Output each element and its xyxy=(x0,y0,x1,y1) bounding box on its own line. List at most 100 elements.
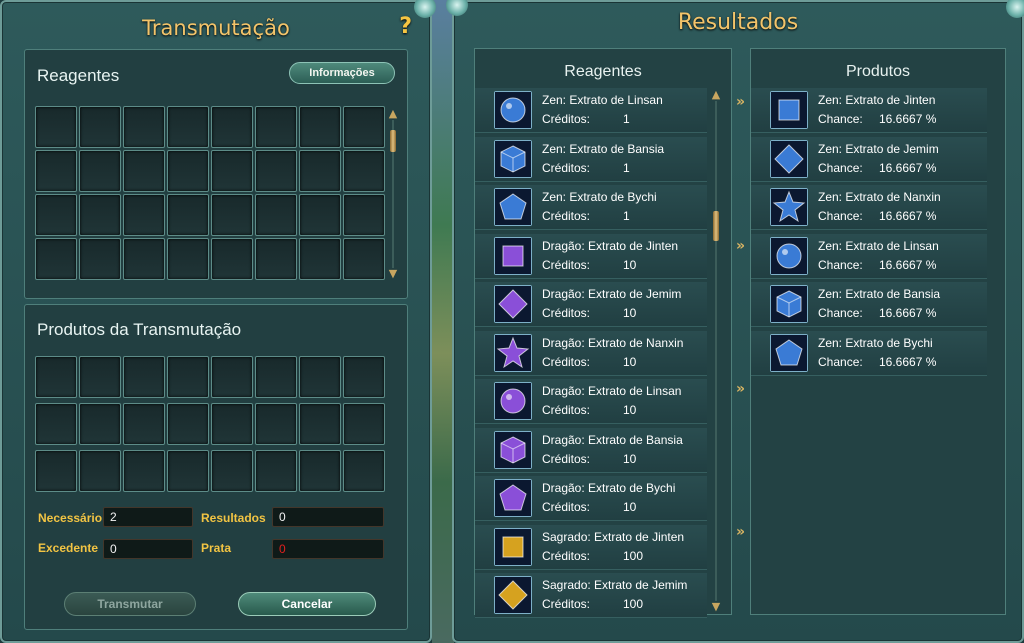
scroll-up-icon[interactable]: ▲ xyxy=(710,89,722,101)
list-item[interactable]: Zen: Extrato de Bychi Créditos: 1 xyxy=(475,185,707,230)
cancel-button[interactable]: Cancelar xyxy=(238,592,376,616)
item-slot[interactable] xyxy=(343,150,385,192)
item-slot[interactable] xyxy=(167,194,209,236)
item-slot[interactable] xyxy=(343,356,385,398)
item-slot[interactable] xyxy=(211,238,253,280)
scroll-track[interactable] xyxy=(715,101,717,601)
item-slot[interactable] xyxy=(299,106,341,148)
item-value: 10 xyxy=(623,306,637,320)
item-slot[interactable] xyxy=(79,106,121,148)
item-slot[interactable] xyxy=(211,403,253,445)
list-item[interactable]: Dragão: Extrato de Linsan Créditos: 10 xyxy=(475,379,707,424)
item-slot[interactable] xyxy=(255,106,297,148)
scroll-down-icon[interactable]: ▼ xyxy=(710,601,722,613)
scroll-down-icon[interactable]: ▼ xyxy=(387,268,399,280)
item-slot[interactable] xyxy=(167,150,209,192)
item-slot[interactable] xyxy=(211,450,253,492)
transmute-button[interactable]: Transmutar xyxy=(64,592,196,616)
item-slot[interactable] xyxy=(79,150,121,192)
list-item[interactable]: Dragão: Extrato de Nanxin Créditos: 10 xyxy=(475,330,707,376)
item-value: 10 xyxy=(623,354,637,369)
item-slot[interactable] xyxy=(255,194,297,236)
item-slot[interactable] xyxy=(35,194,77,236)
item-name: Zen: Extrato de Bychi xyxy=(542,190,657,204)
item-key: Chance: xyxy=(818,306,863,320)
help-icon[interactable]: ? xyxy=(399,14,412,39)
item-slot[interactable] xyxy=(123,238,165,280)
item-name: Zen: Extrato de Jinten xyxy=(818,93,936,107)
item-slot[interactable] xyxy=(35,150,77,192)
reagents-header: Reagentes xyxy=(564,63,642,80)
list-item[interactable]: Sagrado: Extrato de Jinten Créditos: 100 xyxy=(475,524,707,570)
list-item[interactable]: Sagrado: Extrato de Jemim Créditos: 100 xyxy=(475,573,707,618)
item-slot[interactable] xyxy=(255,356,297,398)
scroll-thumb[interactable] xyxy=(713,211,719,241)
reagent-scrollbar[interactable]: ▲ ▼ xyxy=(387,108,399,280)
info-button[interactable]: Informações xyxy=(289,62,395,84)
item-slot[interactable] xyxy=(167,238,209,280)
item-name: Zen: Extrato de Bychi xyxy=(818,335,933,350)
item-slot[interactable] xyxy=(123,194,165,236)
item-slot[interactable] xyxy=(35,403,77,445)
item-slot[interactable] xyxy=(123,356,165,398)
item-slot[interactable] xyxy=(167,356,209,398)
item-key: Chance: xyxy=(818,354,863,369)
item-slot[interactable] xyxy=(255,238,297,280)
list-item[interactable]: Dragão: Extrato de Jemim Créditos: 10 xyxy=(475,282,707,327)
item-slot[interactable] xyxy=(211,356,253,398)
list-item[interactable]: Dragão: Extrato de Bansia Créditos: 10 xyxy=(475,427,707,473)
item-slot[interactable] xyxy=(299,356,341,398)
item-slot[interactable] xyxy=(299,194,341,236)
item-slot[interactable] xyxy=(79,450,121,492)
list-item[interactable]: Zen: Extrato de Linsan Créditos: 1 xyxy=(475,88,707,133)
item-slot[interactable] xyxy=(255,403,297,445)
item-slot[interactable] xyxy=(123,450,165,492)
excess-field: 0 xyxy=(103,539,193,559)
item-slot[interactable] xyxy=(343,450,385,492)
blue-cube-icon xyxy=(770,285,808,323)
item-slot[interactable] xyxy=(343,106,385,148)
purple-orb-icon xyxy=(494,382,532,420)
item-value: 1 xyxy=(623,160,630,175)
item-slot[interactable] xyxy=(211,194,253,236)
list-item[interactable]: Dragão: Extrato de Jinten Créditos: 10 xyxy=(475,233,707,279)
list-item[interactable]: Dragão: Extrato de Bychi Créditos: 10 xyxy=(475,476,707,521)
item-slot[interactable] xyxy=(343,194,385,236)
item-slot[interactable] xyxy=(123,150,165,192)
list-item[interactable]: Zen: Extrato de Bansia Créditos: 1 xyxy=(475,136,707,182)
item-slot[interactable] xyxy=(35,106,77,148)
item-slot[interactable] xyxy=(123,106,165,148)
item-slot[interactable] xyxy=(79,194,121,236)
item-slot[interactable] xyxy=(79,403,121,445)
scroll-thumb[interactable] xyxy=(390,130,396,152)
list-item[interactable]: Zen: Extrato de Nanxin Chance: 16.6667 % xyxy=(751,185,987,230)
item-slot[interactable] xyxy=(79,356,121,398)
item-slot[interactable] xyxy=(211,106,253,148)
reagent-list-scrollbar[interactable]: ▲ ▼ xyxy=(710,89,722,613)
item-slot[interactable] xyxy=(211,150,253,192)
item-key: Créditos: xyxy=(542,257,591,272)
item-key: Créditos: xyxy=(542,500,591,514)
item-slot[interactable] xyxy=(167,403,209,445)
item-slot[interactable] xyxy=(35,356,77,398)
item-slot[interactable] xyxy=(343,403,385,445)
item-slot[interactable] xyxy=(35,450,77,492)
scroll-up-icon[interactable]: ▲ xyxy=(387,108,399,120)
item-slot[interactable] xyxy=(255,150,297,192)
item-slot[interactable] xyxy=(299,450,341,492)
list-item[interactable]: Zen: Extrato de Linsan Chance: 16.6667 % xyxy=(751,233,987,279)
list-item[interactable]: Zen: Extrato de Jemim Chance: 16.6667 % xyxy=(751,136,987,182)
list-item[interactable]: Zen: Extrato de Jinten Chance: 16.6667 % xyxy=(751,88,987,133)
item-slot[interactable] xyxy=(35,238,77,280)
item-slot[interactable] xyxy=(343,238,385,280)
item-slot[interactable] xyxy=(299,403,341,445)
list-item[interactable]: Zen: Extrato de Bychi Chance: 16.6667 % xyxy=(751,330,987,376)
item-slot[interactable] xyxy=(167,106,209,148)
item-slot[interactable] xyxy=(123,403,165,445)
item-slot[interactable] xyxy=(299,150,341,192)
item-slot[interactable] xyxy=(299,238,341,280)
list-item[interactable]: Zen: Extrato de Bansia Chance: 16.6667 % xyxy=(751,282,987,327)
item-slot[interactable] xyxy=(79,238,121,280)
item-slot[interactable] xyxy=(255,450,297,492)
item-slot[interactable] xyxy=(167,450,209,492)
